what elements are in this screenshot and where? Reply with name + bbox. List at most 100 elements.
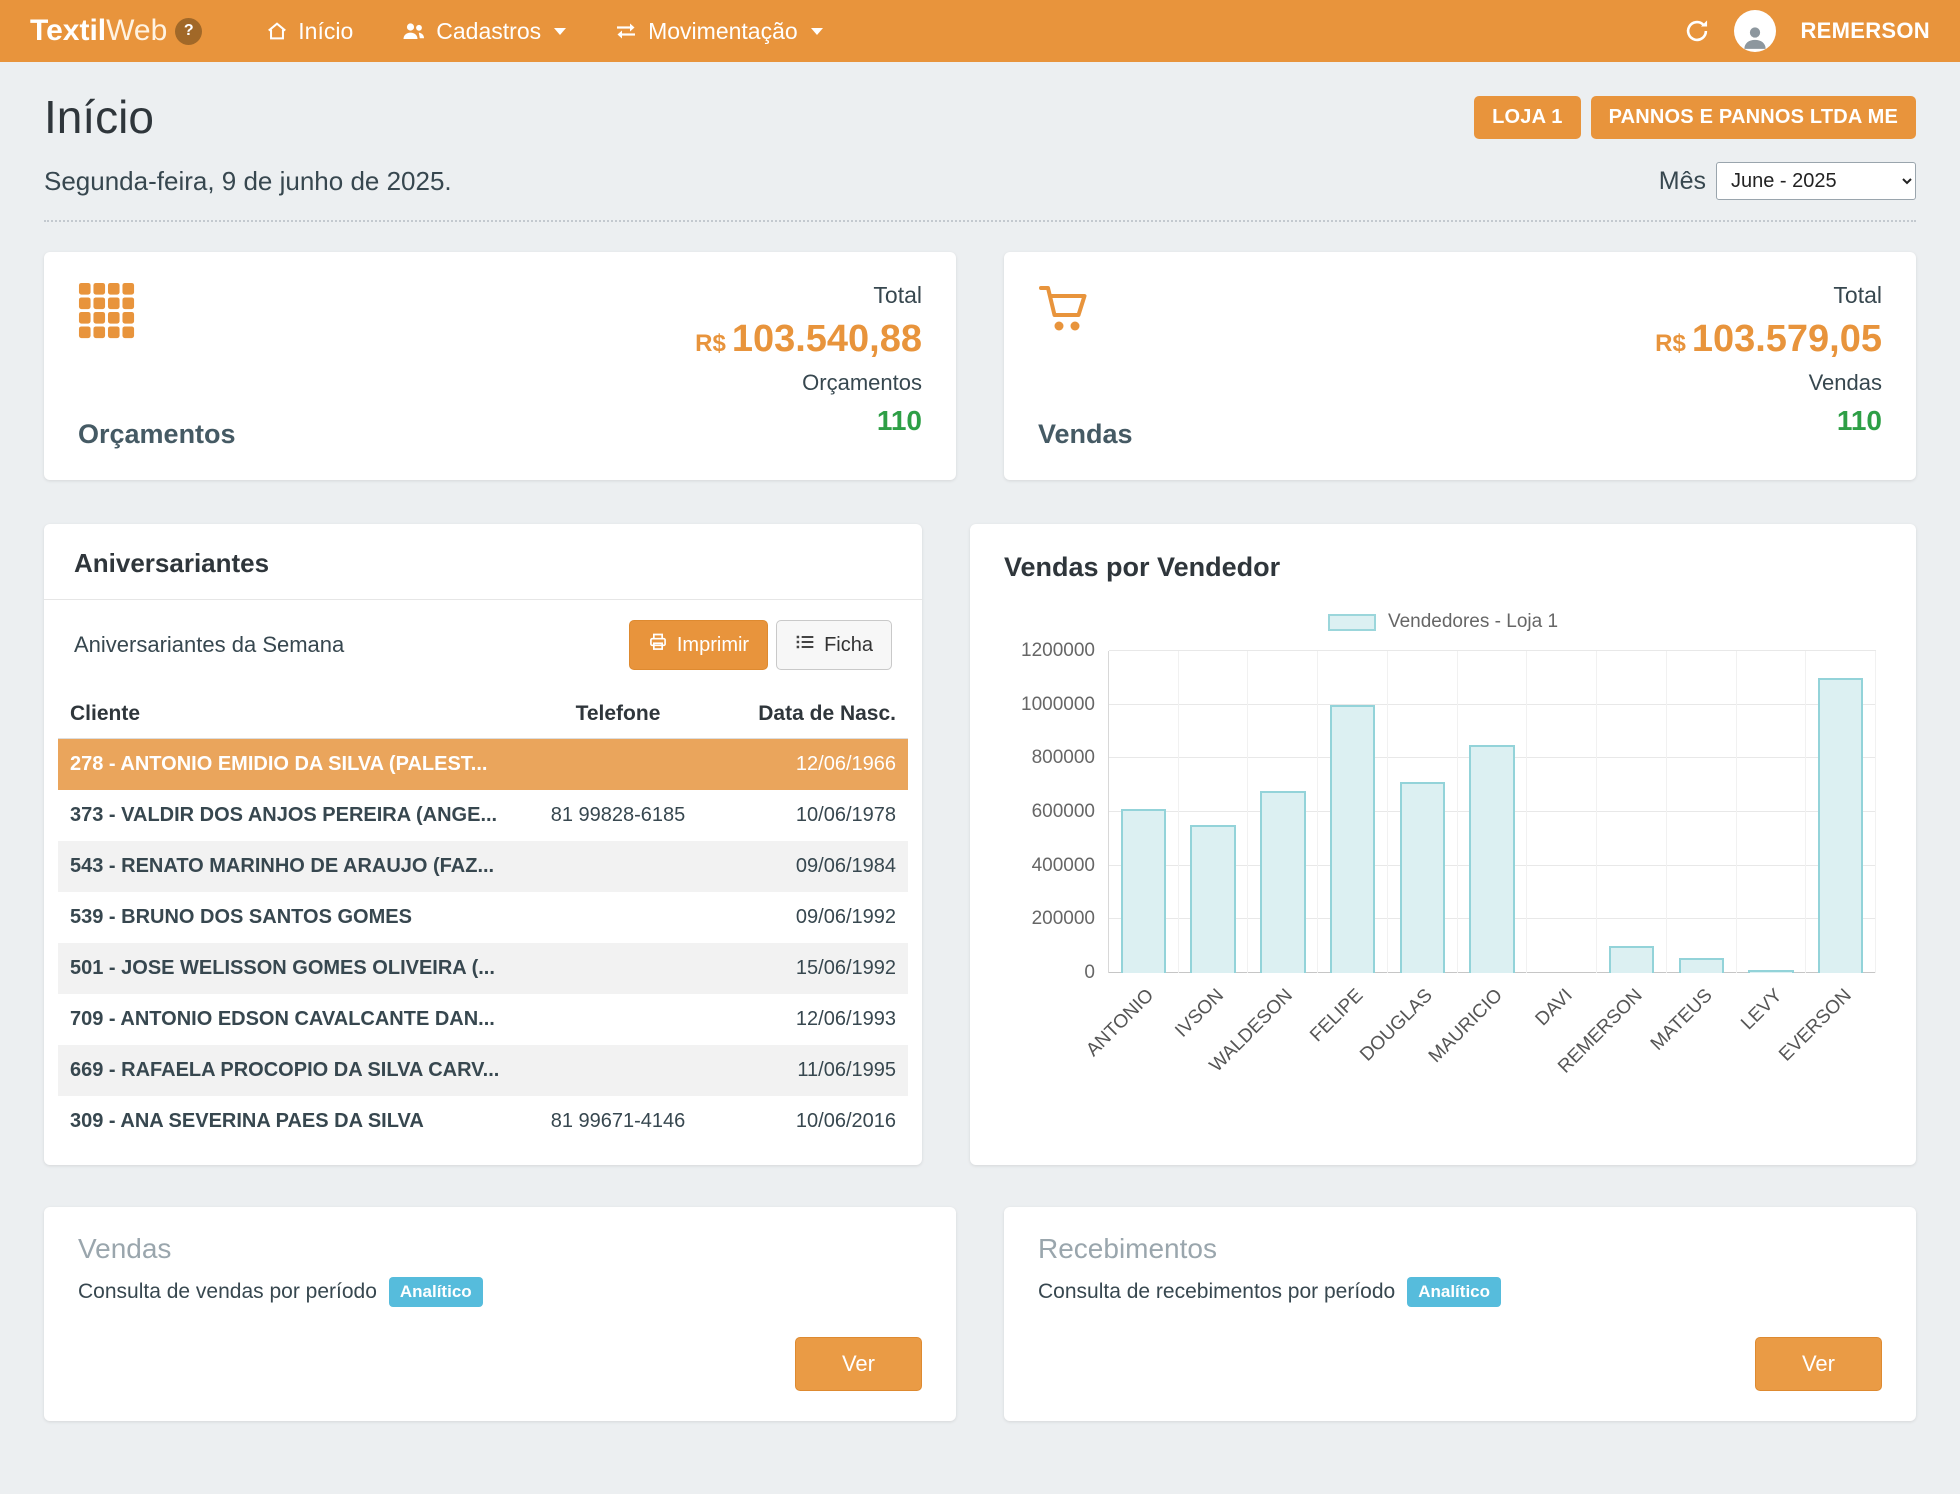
- cell-data-nasc: 12/06/1966: [723, 739, 908, 791]
- avatar[interactable]: [1734, 10, 1776, 52]
- report-card-subtitle: Consulta de vendas por período: [78, 1280, 377, 1304]
- cart-icon: [1038, 282, 1133, 339]
- chart-plot: 020000040000060000080000010000001200000: [1108, 651, 1876, 973]
- card-name: Vendas: [1038, 419, 1133, 450]
- total-value: R$103.540,88: [695, 318, 922, 361]
- birthday-table-body: 278 - ANTONIO EMIDIO DA SILVA (PALEST...…: [58, 739, 908, 1148]
- bar-remerson: [1609, 946, 1654, 973]
- x-tick-label: DAVI: [1531, 985, 1577, 1031]
- chart-plot-outer: 020000040000060000080000010000001200000 …: [1108, 651, 1876, 1091]
- chart-column: [1527, 651, 1597, 973]
- x-label-column: ANTONIO: [1108, 983, 1178, 1091]
- brand-logo[interactable]: TextilWeb ?: [30, 14, 202, 48]
- cell-data-nasc: 10/06/2016: [723, 1096, 908, 1147]
- x-label-column: EVERSON: [1806, 983, 1876, 1091]
- recebimentos-report-card: Recebimentos Consulta de recebimentos po…: [1004, 1207, 1916, 1421]
- chart-legend[interactable]: Vendedores - Loja 1: [1004, 611, 1882, 633]
- chart-column: [1458, 651, 1528, 973]
- report-card-title: Recebimentos: [1038, 1233, 1882, 1265]
- total-label: Total: [873, 282, 922, 309]
- y-tick-label: 1000000: [1021, 694, 1095, 716]
- x-label-column: MAURICIO: [1457, 983, 1527, 1091]
- chart-column: [1737, 651, 1807, 973]
- summary-left: Vendas: [1038, 282, 1133, 450]
- cell-data-nasc: 09/06/1984: [723, 841, 908, 892]
- chart-column: [1667, 651, 1737, 973]
- nav-item-cadastros[interactable]: Cadastros: [401, 18, 566, 45]
- count-value: 110: [877, 405, 922, 437]
- refresh-icon[interactable]: [1684, 18, 1710, 44]
- report-card-title: Vendas: [78, 1233, 922, 1265]
- card-name: Orçamentos: [78, 419, 236, 450]
- brand-textil: Textil: [30, 14, 106, 47]
- cell-data-nasc: 09/06/1992: [723, 892, 908, 943]
- cell-telefone: [513, 994, 723, 1045]
- calculator-icon: [78, 282, 236, 345]
- table-row[interactable]: 669 - RAFAELA PROCOPIO DA SILVA CARV...1…: [58, 1045, 908, 1096]
- brand-web: Web: [106, 14, 167, 47]
- summary-left: Orçamentos: [78, 282, 236, 450]
- printer-icon: [648, 632, 668, 658]
- nav-right: REMERSON: [1684, 10, 1930, 52]
- help-icon[interactable]: ?: [175, 18, 202, 45]
- imprimir-button[interactable]: Imprimir: [629, 620, 768, 670]
- chart-column: [1388, 651, 1458, 973]
- table-row[interactable]: 373 - VALDIR DOS ANJOS PEREIRA (ANGE...8…: [58, 790, 908, 841]
- legend-label: Vendedores - Loja 1: [1388, 611, 1558, 633]
- users-icon: [401, 20, 426, 42]
- report-card-actions: Ver: [78, 1337, 922, 1391]
- column-header-cliente: Cliente: [58, 690, 513, 739]
- chart-column: [1179, 651, 1249, 973]
- cell-telefone: [513, 739, 723, 791]
- table-header-row: Cliente Telefone Data de Nasc.: [58, 690, 908, 739]
- table-row[interactable]: 278 - ANTONIO EMIDIO DA SILVA (PALEST...…: [58, 739, 908, 791]
- ver-recebimentos-button[interactable]: Ver: [1755, 1337, 1882, 1391]
- header-badges: LOJA 1 PANNOS E PANNOS LTDA ME: [1474, 96, 1916, 139]
- birthday-table-wrap: Cliente Telefone Data de Nasc. 278 - ANT…: [44, 690, 922, 1147]
- ver-vendas-button[interactable]: Ver: [795, 1337, 922, 1391]
- column-header-telefone: Telefone: [513, 690, 723, 739]
- cell-telefone: [513, 1045, 723, 1096]
- vendas-report-card: Vendas Consulta de vendas por período An…: [44, 1207, 956, 1421]
- table-row[interactable]: 309 - ANA SEVERINA PAES DA SILVA81 99671…: [58, 1096, 908, 1147]
- vendas-por-vendedor-card: Vendas por Vendedor Vendedores - Loja 1 …: [970, 524, 1916, 1165]
- table-row[interactable]: 501 - JOSE WELISSON GOMES OLIVEIRA (...1…: [58, 943, 908, 994]
- cell-data-nasc: 15/06/1992: [723, 943, 908, 994]
- chart-cols: [1109, 651, 1876, 973]
- analitico-badge: Analítico: [389, 1277, 483, 1307]
- legend-swatch: [1328, 614, 1376, 631]
- aniversariantes-subtitle: Aniversariantes da Semana: [74, 632, 344, 658]
- summary-right: Total R$103.540,88 Orçamentos 110: [695, 282, 922, 450]
- summary-right: Total R$103.579,05 Vendas 110: [1655, 282, 1882, 450]
- ficha-button[interactable]: Ficha: [776, 620, 892, 670]
- table-row[interactable]: 709 - ANTONIO EDSON CAVALCANTE DAN...12/…: [58, 994, 908, 1045]
- chevron-down-icon: [554, 28, 566, 35]
- x-label-column: MATEUS: [1667, 983, 1737, 1091]
- nav-item-movimentacao[interactable]: Movimentação: [614, 18, 823, 45]
- cell-data-nasc: 12/06/1993: [723, 994, 908, 1045]
- month-label: Mês: [1659, 167, 1706, 196]
- table-row[interactable]: 543 - RENATO MARINHO DE ARAUJO (FAZ...09…: [58, 841, 908, 892]
- orcamentos-card: Orçamentos Total R$103.540,88 Orçamentos…: [44, 252, 956, 480]
- bottom-row: Vendas Consulta de vendas por período An…: [44, 1207, 1916, 1421]
- cell-telefone: [513, 841, 723, 892]
- table-row[interactable]: 539 - BRUNO DOS SANTOS GOMES09/06/1992: [58, 892, 908, 943]
- bar-felipe: [1330, 705, 1375, 973]
- bar-levy: [1748, 970, 1793, 973]
- nav-item-inicio[interactable]: Início: [266, 18, 353, 45]
- company-badge[interactable]: PANNOS E PANNOS LTDA ME: [1591, 96, 1916, 139]
- cell-cliente: 309 - ANA SEVERINA PAES DA SILVA: [58, 1096, 513, 1147]
- middle-row: Aniversariantes Aniversariantes da Seman…: [44, 524, 1916, 1165]
- bar-waldeson: [1260, 791, 1305, 973]
- cell-telefone: 81 99828-6185: [513, 790, 723, 841]
- store-badge[interactable]: LOJA 1: [1474, 96, 1580, 139]
- x-tick-label: ANTONIO: [1082, 985, 1159, 1062]
- month-select[interactable]: June - 2025: [1716, 162, 1916, 200]
- report-card-subtitle: Consulta de recebimentos por período: [1038, 1280, 1395, 1304]
- summary-row: Orçamentos Total R$103.540,88 Orçamentos…: [44, 252, 1916, 480]
- chart-title: Vendas por Vendedor: [1004, 552, 1882, 583]
- birthday-table: Cliente Telefone Data de Nasc. 278 - ANT…: [58, 690, 908, 1147]
- chart-column: [1597, 651, 1667, 973]
- username[interactable]: REMERSON: [1800, 18, 1930, 44]
- bar-mauricio: [1469, 745, 1514, 973]
